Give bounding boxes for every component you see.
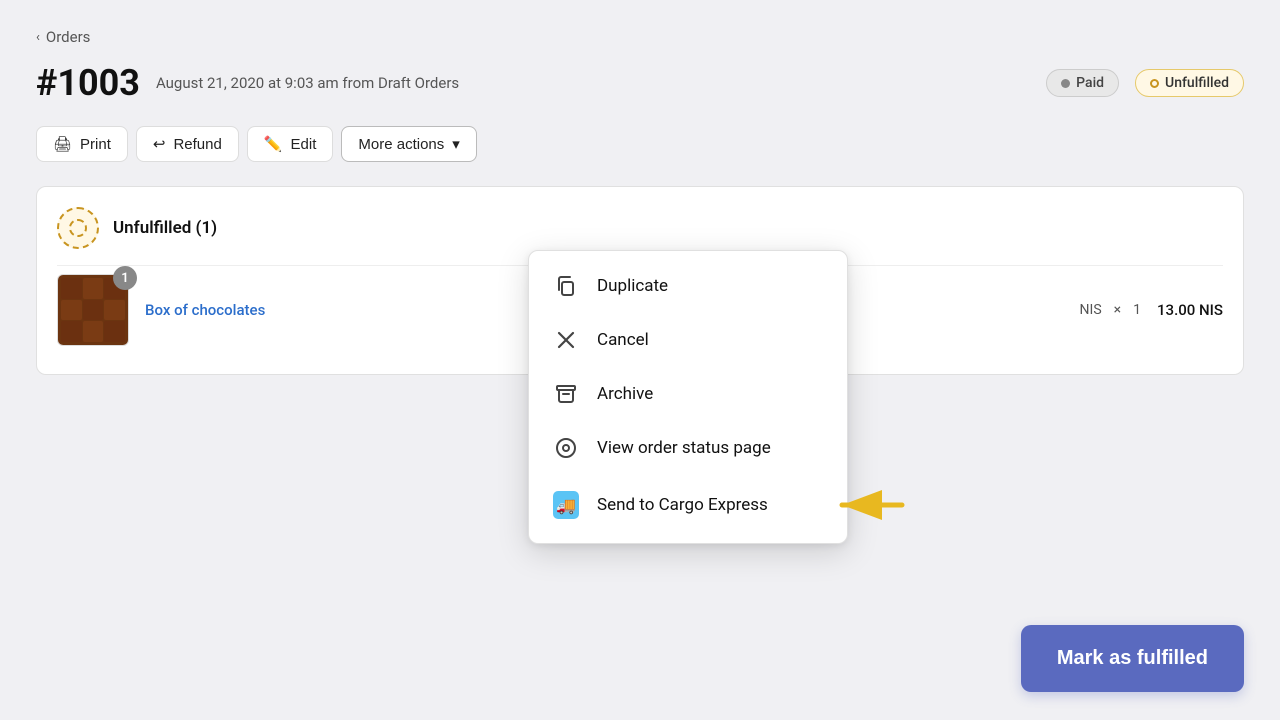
cancel-label: Cancel bbox=[597, 330, 649, 350]
header-row: #1003 August 21, 2020 at 9:03 am from Dr… bbox=[36, 62, 1244, 104]
breadcrumb-label: Orders bbox=[46, 28, 91, 46]
order-number: #1003 bbox=[36, 62, 140, 104]
cargo-express-icon: 🚚 bbox=[553, 491, 579, 519]
page: ‹ Orders #1003 August 21, 2020 at 9:03 a… bbox=[0, 0, 1280, 720]
cancel-icon bbox=[553, 329, 579, 351]
dropdown-item-cancel[interactable]: Cancel bbox=[529, 313, 847, 367]
more-actions-dropdown: Duplicate Cancel Archive bbox=[528, 250, 848, 544]
unfulfilled-badge: Unfulfilled bbox=[1135, 69, 1244, 97]
refund-button[interactable]: ↩ Refund bbox=[136, 126, 239, 162]
truck-icon: 🚚 bbox=[556, 496, 576, 515]
mark-fulfilled-button[interactable]: Mark as fulfilled bbox=[1021, 625, 1244, 692]
chevron-down-icon: ▾ bbox=[452, 135, 460, 153]
product-thumbnail-wrap: 1 bbox=[57, 274, 129, 346]
back-icon: ‹ bbox=[36, 30, 40, 45]
arrow-indicator bbox=[837, 490, 907, 520]
print-icon: 🖨 bbox=[53, 135, 72, 153]
paid-badge: Paid bbox=[1046, 69, 1119, 97]
duplicate-icon bbox=[553, 275, 579, 297]
print-label: Print bbox=[80, 136, 111, 153]
refund-icon: ↩ bbox=[153, 135, 166, 153]
edit-icon: ✏️ bbox=[264, 135, 283, 153]
edit-label: Edit bbox=[291, 136, 317, 153]
card-header: Unfulfilled (1) bbox=[57, 207, 1223, 249]
product-price-info: NIS × 1 bbox=[1080, 302, 1141, 318]
unfulfilled-label: Unfulfilled bbox=[1165, 75, 1229, 91]
breadcrumb[interactable]: ‹ Orders bbox=[36, 28, 1244, 46]
duplicate-label: Duplicate bbox=[597, 276, 668, 296]
order-meta: August 21, 2020 at 9:03 am from Draft Or… bbox=[156, 74, 1030, 92]
unfulfilled-dot bbox=[1150, 79, 1159, 88]
card-title: Unfulfilled (1) bbox=[113, 218, 217, 238]
dropdown-item-view-status[interactable]: View order status page bbox=[529, 421, 847, 475]
mark-fulfilled-label: Mark as fulfilled bbox=[1057, 647, 1208, 669]
paid-label: Paid bbox=[1076, 75, 1104, 91]
archive-icon bbox=[553, 383, 579, 405]
actions-row: 🖨 Print ↩ Refund ✏️ Edit More actions ▾ bbox=[36, 126, 1244, 162]
refund-label: Refund bbox=[173, 136, 221, 153]
unfulfilled-status-icon bbox=[57, 207, 99, 249]
view-status-label: View order status page bbox=[597, 438, 771, 458]
dropdown-item-duplicate[interactable]: Duplicate bbox=[529, 259, 847, 313]
price-currency: NIS bbox=[1080, 302, 1102, 318]
more-actions-button[interactable]: More actions ▾ bbox=[341, 126, 476, 162]
print-button[interactable]: 🖨 Print bbox=[36, 126, 128, 162]
more-actions-label: More actions bbox=[358, 136, 444, 153]
quantity-badge: 1 bbox=[113, 266, 137, 290]
paid-dot bbox=[1061, 79, 1070, 88]
edit-button[interactable]: ✏️ Edit bbox=[247, 126, 334, 162]
dropdown-item-archive[interactable]: Archive bbox=[529, 367, 847, 421]
product-total: 13.00 NIS bbox=[1157, 301, 1223, 319]
dropdown-item-cargo[interactable]: 🚚 Send to Cargo Express bbox=[529, 475, 847, 535]
view-status-icon bbox=[553, 437, 579, 459]
cargo-label: Send to Cargo Express bbox=[597, 495, 768, 515]
price-multiply: × bbox=[1114, 302, 1121, 318]
archive-label: Archive bbox=[597, 384, 653, 404]
price-qty: 1 bbox=[1133, 302, 1141, 318]
